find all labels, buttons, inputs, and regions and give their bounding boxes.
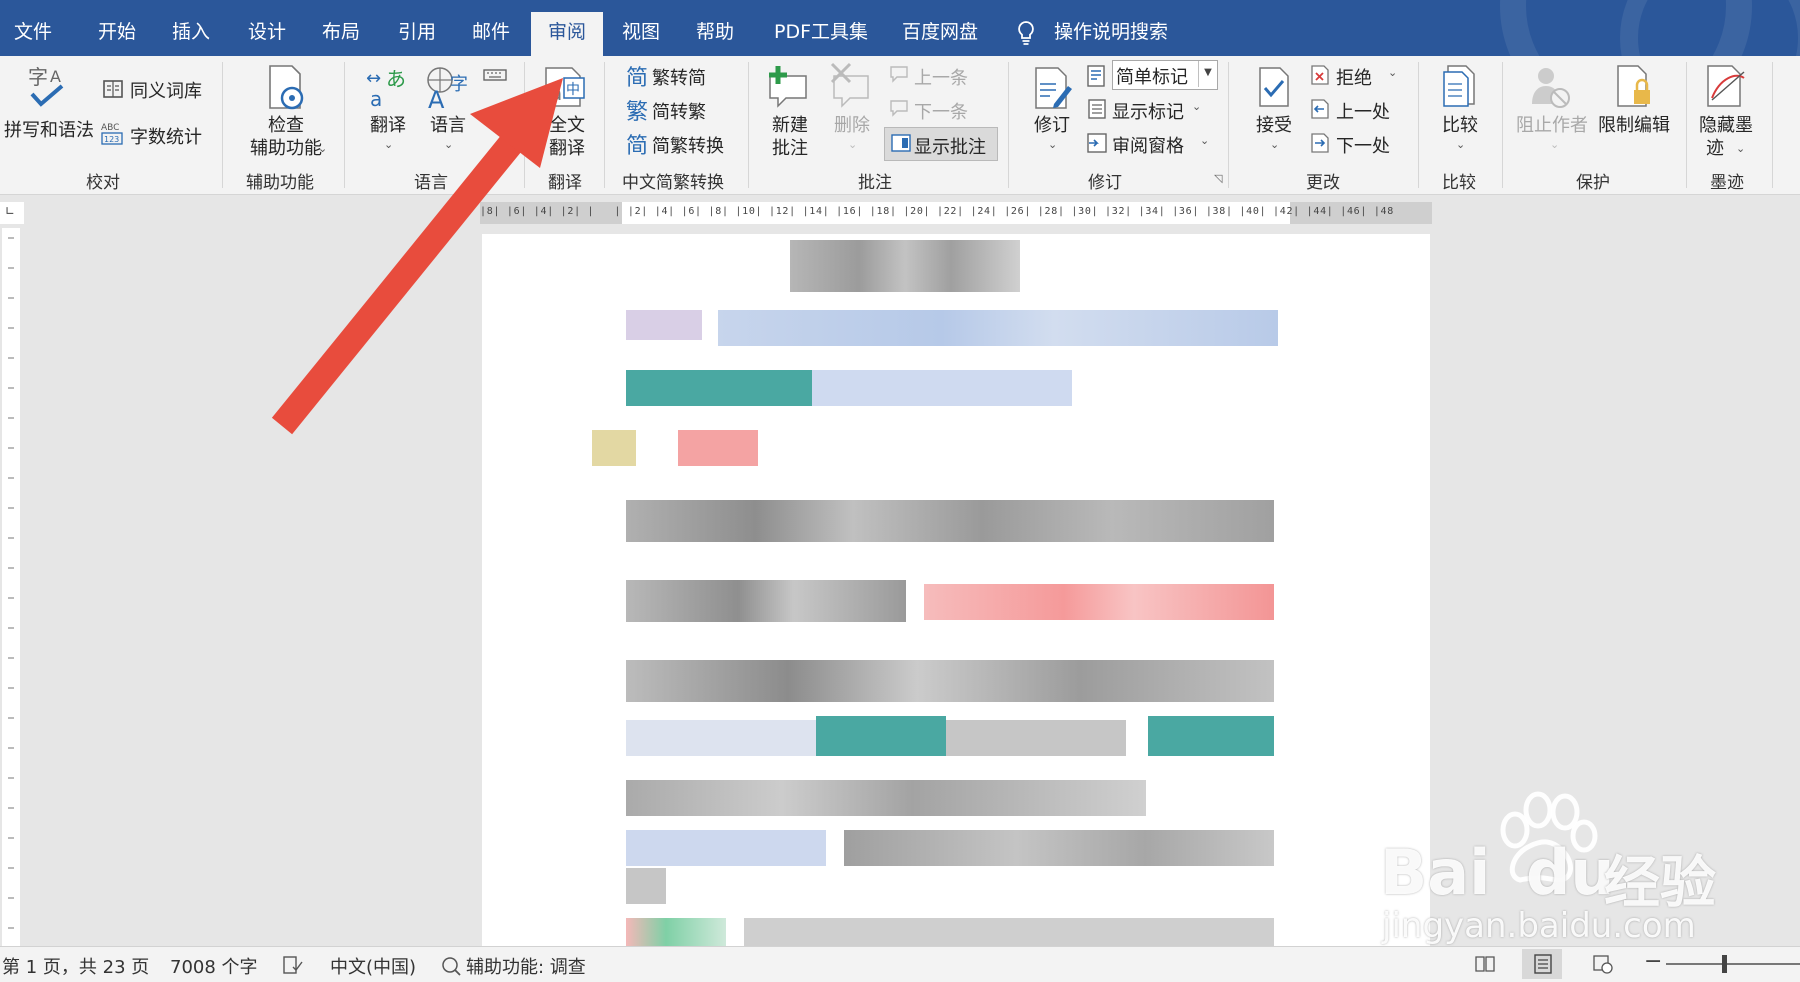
status-bar: 第 1 页，共 23 页 7008 个字 中文(中国) 辅助功能: 调查 − <box>0 946 1800 982</box>
print-layout-icon[interactable] <box>1532 953 1554 975</box>
proofing-status-icon[interactable] <box>282 955 304 975</box>
baidu-jingyan-watermark: Bai du 经验 jingyan.baidu.com <box>1380 790 1720 950</box>
read-mode-icon[interactable] <box>1474 953 1496 975</box>
web-layout-icon[interactable] <box>1592 953 1614 975</box>
language-status[interactable]: 中文(中国) <box>330 953 416 979</box>
zoom-slider-thumb[interactable] <box>1722 955 1727 973</box>
page-count[interactable]: 第 1 页，共 23 页 <box>2 953 149 979</box>
watermark-brand: Bai <box>1380 836 1491 909</box>
accessibility-status-icon[interactable] <box>440 955 462 977</box>
watermark-url: jingyan.baidu.com <box>1382 906 1696 946</box>
watermark-brand-du: du <box>1526 836 1615 909</box>
zoom-slider[interactable] <box>1666 963 1800 965</box>
word-count[interactable]: 7008 个字 <box>170 953 258 979</box>
accessibility-status[interactable]: 辅助功能: 调查 <box>466 953 586 979</box>
zoom-out-icon[interactable]: − <box>1644 949 1662 974</box>
